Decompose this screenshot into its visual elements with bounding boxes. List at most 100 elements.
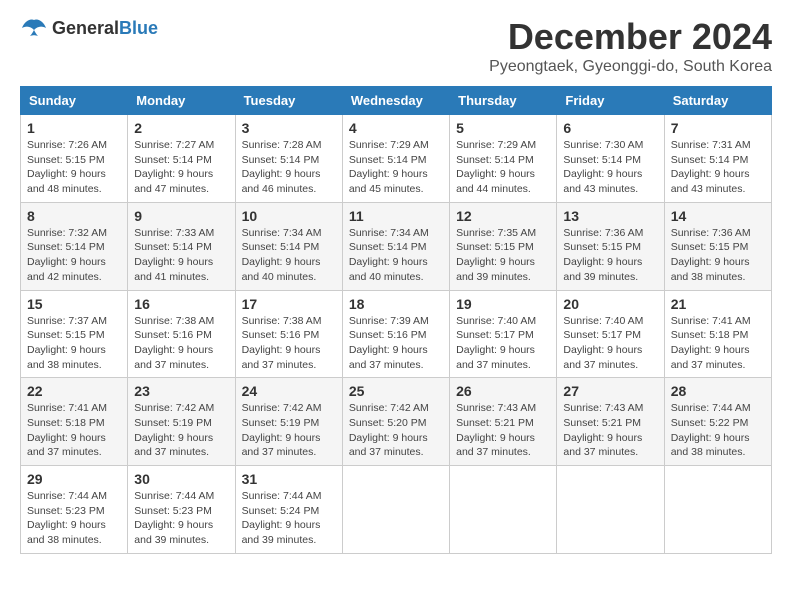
month-title: December 2024 — [489, 16, 772, 58]
header: GeneralBlue December 2024 Pyeongtaek, Gy… — [20, 16, 772, 76]
day-info: Sunrise: 7:41 AMSunset: 5:18 PMDaylight:… — [671, 314, 765, 373]
day-number: 16 — [134, 296, 228, 312]
day-number: 26 — [456, 383, 550, 399]
day-info: Sunrise: 7:42 AMSunset: 5:20 PMDaylight:… — [349, 401, 443, 460]
day-info: Sunrise: 7:44 AMSunset: 5:22 PMDaylight:… — [671, 401, 765, 460]
day-number: 12 — [456, 208, 550, 224]
calendar-cell: 23Sunrise: 7:42 AMSunset: 5:19 PMDayligh… — [128, 378, 235, 466]
calendar-table: SundayMondayTuesdayWednesdayThursdayFrid… — [20, 86, 772, 554]
day-info: Sunrise: 7:36 AMSunset: 5:15 PMDaylight:… — [671, 226, 765, 285]
day-number: 2 — [134, 120, 228, 136]
day-info: Sunrise: 7:27 AMSunset: 5:14 PMDaylight:… — [134, 138, 228, 197]
day-number: 15 — [27, 296, 121, 312]
day-number: 30 — [134, 471, 228, 487]
calendar-cell: 19 Sunrise: 7:40 AMSunset: 5:17 PMDayligh… — [450, 290, 557, 378]
calendar-week-row: 29 Sunrise: 7:44 AMSunset: 5:23 PMDayligh… — [21, 466, 772, 554]
calendar-header: SundayMondayTuesdayWednesdayThursdayFrid… — [21, 87, 772, 115]
day-of-week-header: Wednesday — [342, 87, 449, 115]
calendar-cell: 12 Sunrise: 7:35 AMSunset: 5:15 PMDayligh… — [450, 202, 557, 290]
calendar-cell: 27Sunrise: 7:43 AMSunset: 5:21 PMDayligh… — [557, 378, 664, 466]
location-title: Pyeongtaek, Gyeonggi-do, South Korea — [489, 58, 772, 76]
day-info: Sunrise: 7:42 AMSunset: 5:19 PMDaylight:… — [242, 401, 336, 460]
day-number: 25 — [349, 383, 443, 399]
day-info: Sunrise: 7:37 AMSunset: 5:15 PMDaylight:… — [27, 314, 121, 373]
day-of-week-header: Saturday — [664, 87, 771, 115]
day-number: 17 — [242, 296, 336, 312]
logo-general: General — [52, 18, 119, 38]
day-info: Sunrise: 7:40 AMSunset: 5:17 PMDaylight:… — [456, 314, 550, 373]
calendar-cell: 5Sunrise: 7:29 AMSunset: 5:14 PMDaylight… — [450, 115, 557, 203]
day-number: 8 — [27, 208, 121, 224]
calendar-cell — [557, 466, 664, 554]
day-number: 13 — [563, 208, 657, 224]
calendar-week-row: 15 Sunrise: 7:37 AMSunset: 5:15 PMDayligh… — [21, 290, 772, 378]
day-number: 29 — [27, 471, 121, 487]
calendar-cell: 9Sunrise: 7:33 AMSunset: 5:14 PMDaylight… — [128, 202, 235, 290]
day-info: Sunrise: 7:41 AMSunset: 5:18 PMDaylight:… — [27, 401, 121, 460]
day-number: 23 — [134, 383, 228, 399]
calendar-cell: 25 Sunrise: 7:42 AMSunset: 5:20 PMDayligh… — [342, 378, 449, 466]
day-of-week-header: Friday — [557, 87, 664, 115]
calendar-cell: 28 Sunrise: 7:44 AMSunset: 5:22 PMDayligh… — [664, 378, 771, 466]
day-number: 19 — [456, 296, 550, 312]
calendar-cell: 18 Sunrise: 7:39 AMSunset: 5:16 PMDayligh… — [342, 290, 449, 378]
calendar-cell — [664, 466, 771, 554]
calendar-cell: 30 Sunrise: 7:44 AMSunset: 5:23 PMDayligh… — [128, 466, 235, 554]
day-number: 22 — [27, 383, 121, 399]
calendar-cell: 26Sunrise: 7:43 AMSunset: 5:21 PMDayligh… — [450, 378, 557, 466]
title-area: December 2024 Pyeongtaek, Gyeonggi-do, S… — [489, 16, 772, 76]
calendar-cell: 11 Sunrise: 7:34 AMSunset: 5:14 PMDayligh… — [342, 202, 449, 290]
day-info: Sunrise: 7:34 AMSunset: 5:14 PMDaylight:… — [242, 226, 336, 285]
calendar-cell: 3Sunrise: 7:28 AMSunset: 5:14 PMDaylight… — [235, 115, 342, 203]
calendar-cell: 6 Sunrise: 7:30 AMSunset: 5:14 PMDaylight… — [557, 115, 664, 203]
day-info: Sunrise: 7:31 AMSunset: 5:14 PMDaylight:… — [671, 138, 765, 197]
calendar-cell: 1Sunrise: 7:26 AMSunset: 5:15 PMDaylight… — [21, 115, 128, 203]
calendar-cell: 16 Sunrise: 7:38 AMSunset: 5:16 PMDayligh… — [128, 290, 235, 378]
day-of-week-header: Tuesday — [235, 87, 342, 115]
calendar-cell — [342, 466, 449, 554]
day-number: 3 — [242, 120, 336, 136]
day-info: Sunrise: 7:30 AMSunset: 5:14 PMDaylight:… — [563, 138, 657, 197]
day-info: Sunrise: 7:44 AMSunset: 5:23 PMDaylight:… — [134, 489, 228, 548]
calendar-week-row: 8Sunrise: 7:32 AMSunset: 5:14 PMDaylight… — [21, 202, 772, 290]
day-info: Sunrise: 7:36 AMSunset: 5:15 PMDaylight:… — [563, 226, 657, 285]
day-of-week-header: Sunday — [21, 87, 128, 115]
day-number: 18 — [349, 296, 443, 312]
calendar-cell — [450, 466, 557, 554]
calendar-cell: 31Sunrise: 7:44 AMSunset: 5:24 PMDayligh… — [235, 466, 342, 554]
day-info: Sunrise: 7:44 AMSunset: 5:23 PMDaylight:… — [27, 489, 121, 548]
day-info: Sunrise: 7:34 AMSunset: 5:14 PMDaylight:… — [349, 226, 443, 285]
calendar-cell: 13 Sunrise: 7:36 AMSunset: 5:15 PMDayligh… — [557, 202, 664, 290]
logo-text: GeneralBlue — [52, 18, 158, 39]
calendar-week-row: 1Sunrise: 7:26 AMSunset: 5:15 PMDaylight… — [21, 115, 772, 203]
day-number: 11 — [349, 208, 443, 224]
day-number: 9 — [134, 208, 228, 224]
calendar-week-row: 22 Sunrise: 7:41 AMSunset: 5:18 PMDayligh… — [21, 378, 772, 466]
logo: GeneralBlue — [20, 16, 158, 40]
day-number: 7 — [671, 120, 765, 136]
day-info: Sunrise: 7:40 AMSunset: 5:17 PMDaylight:… — [563, 314, 657, 373]
day-number: 28 — [671, 383, 765, 399]
day-of-week-header: Monday — [128, 87, 235, 115]
day-number: 10 — [242, 208, 336, 224]
day-info: Sunrise: 7:38 AMSunset: 5:16 PMDaylight:… — [134, 314, 228, 373]
calendar-cell: 20 Sunrise: 7:40 AMSunset: 5:17 PMDayligh… — [557, 290, 664, 378]
calendar-cell: 8Sunrise: 7:32 AMSunset: 5:14 PMDaylight… — [21, 202, 128, 290]
day-number: 14 — [671, 208, 765, 224]
day-number: 20 — [563, 296, 657, 312]
logo-blue: Blue — [119, 18, 158, 38]
day-number: 1 — [27, 120, 121, 136]
day-number: 24 — [242, 383, 336, 399]
day-info: Sunrise: 7:39 AMSunset: 5:16 PMDaylight:… — [349, 314, 443, 373]
day-number: 6 — [563, 120, 657, 136]
calendar-cell: 29 Sunrise: 7:44 AMSunset: 5:23 PMDayligh… — [21, 466, 128, 554]
calendar-cell: 2 Sunrise: 7:27 AMSunset: 5:14 PMDaylight… — [128, 115, 235, 203]
header-row: SundayMondayTuesdayWednesdayThursdayFrid… — [21, 87, 772, 115]
calendar-cell: 21Sunrise: 7:41 AMSunset: 5:18 PMDayligh… — [664, 290, 771, 378]
day-info: Sunrise: 7:35 AMSunset: 5:15 PMDaylight:… — [456, 226, 550, 285]
calendar-cell: 17Sunrise: 7:38 AMSunset: 5:16 PMDayligh… — [235, 290, 342, 378]
day-number: 31 — [242, 471, 336, 487]
day-info: Sunrise: 7:29 AMSunset: 5:14 PMDaylight:… — [349, 138, 443, 197]
day-number: 4 — [349, 120, 443, 136]
calendar-body: 1Sunrise: 7:26 AMSunset: 5:15 PMDaylight… — [21, 115, 772, 554]
